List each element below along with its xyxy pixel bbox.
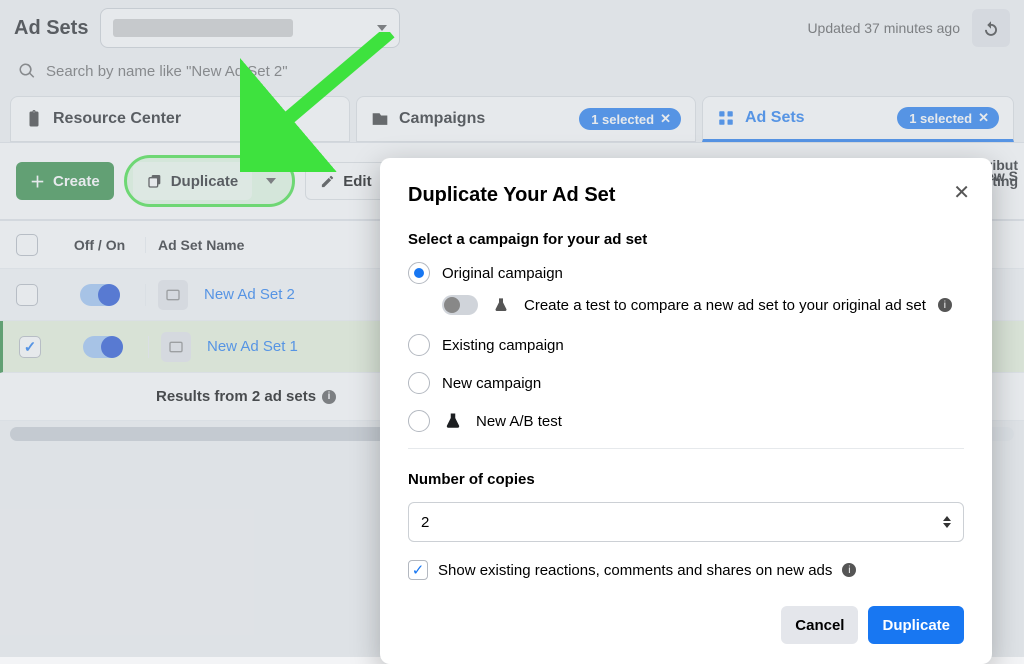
close-button[interactable]: ✕ — [953, 180, 970, 205]
input-value: 2 — [421, 514, 429, 531]
flask-icon — [442, 410, 464, 432]
cancel-button[interactable]: Cancel — [781, 606, 858, 644]
info-icon[interactable]: i — [938, 298, 952, 312]
option-new-campaign[interactable]: New campaign — [408, 372, 964, 394]
modal-title: Duplicate Your Ad Set — [408, 184, 964, 207]
number-stepper[interactable] — [943, 516, 951, 528]
flask-icon — [490, 294, 512, 316]
radio[interactable] — [408, 262, 430, 284]
option-create-test[interactable]: Create a test to compare a new ad set to… — [442, 294, 964, 316]
step-down-icon[interactable] — [943, 523, 951, 528]
copies-input[interactable]: 2 — [408, 502, 964, 542]
section-label: Select a campaign for your ad set — [408, 231, 964, 248]
option-existing-campaign[interactable]: Existing campaign — [408, 334, 964, 356]
radio[interactable] — [408, 410, 430, 432]
radio[interactable] — [408, 334, 430, 356]
option-label: Existing campaign — [442, 337, 564, 354]
checkbox-label: Show existing reactions, comments and sh… — [438, 562, 832, 579]
copies-label: Number of copies — [408, 471, 964, 488]
step-up-icon[interactable] — [943, 516, 951, 521]
duplicate-confirm-button[interactable]: Duplicate — [868, 606, 964, 644]
option-label: New campaign — [442, 375, 541, 392]
option-label: Create a test to compare a new ad set to… — [524, 297, 926, 314]
option-label: Original campaign — [442, 265, 563, 282]
option-label: New A/B test — [476, 413, 562, 430]
radio[interactable] — [408, 372, 430, 394]
duplicate-modal: Duplicate Your Ad Set ✕ Select a campaig… — [380, 158, 992, 664]
option-original-campaign[interactable]: Original campaign — [408, 262, 964, 284]
toggle[interactable] — [442, 295, 478, 315]
option-new-ab-test[interactable]: New A/B test — [408, 410, 964, 432]
info-icon[interactable]: i — [842, 563, 856, 577]
checkbox[interactable]: ✓ — [408, 560, 428, 580]
show-existing-checkbox-row[interactable]: ✓ Show existing reactions, comments and … — [408, 560, 964, 580]
